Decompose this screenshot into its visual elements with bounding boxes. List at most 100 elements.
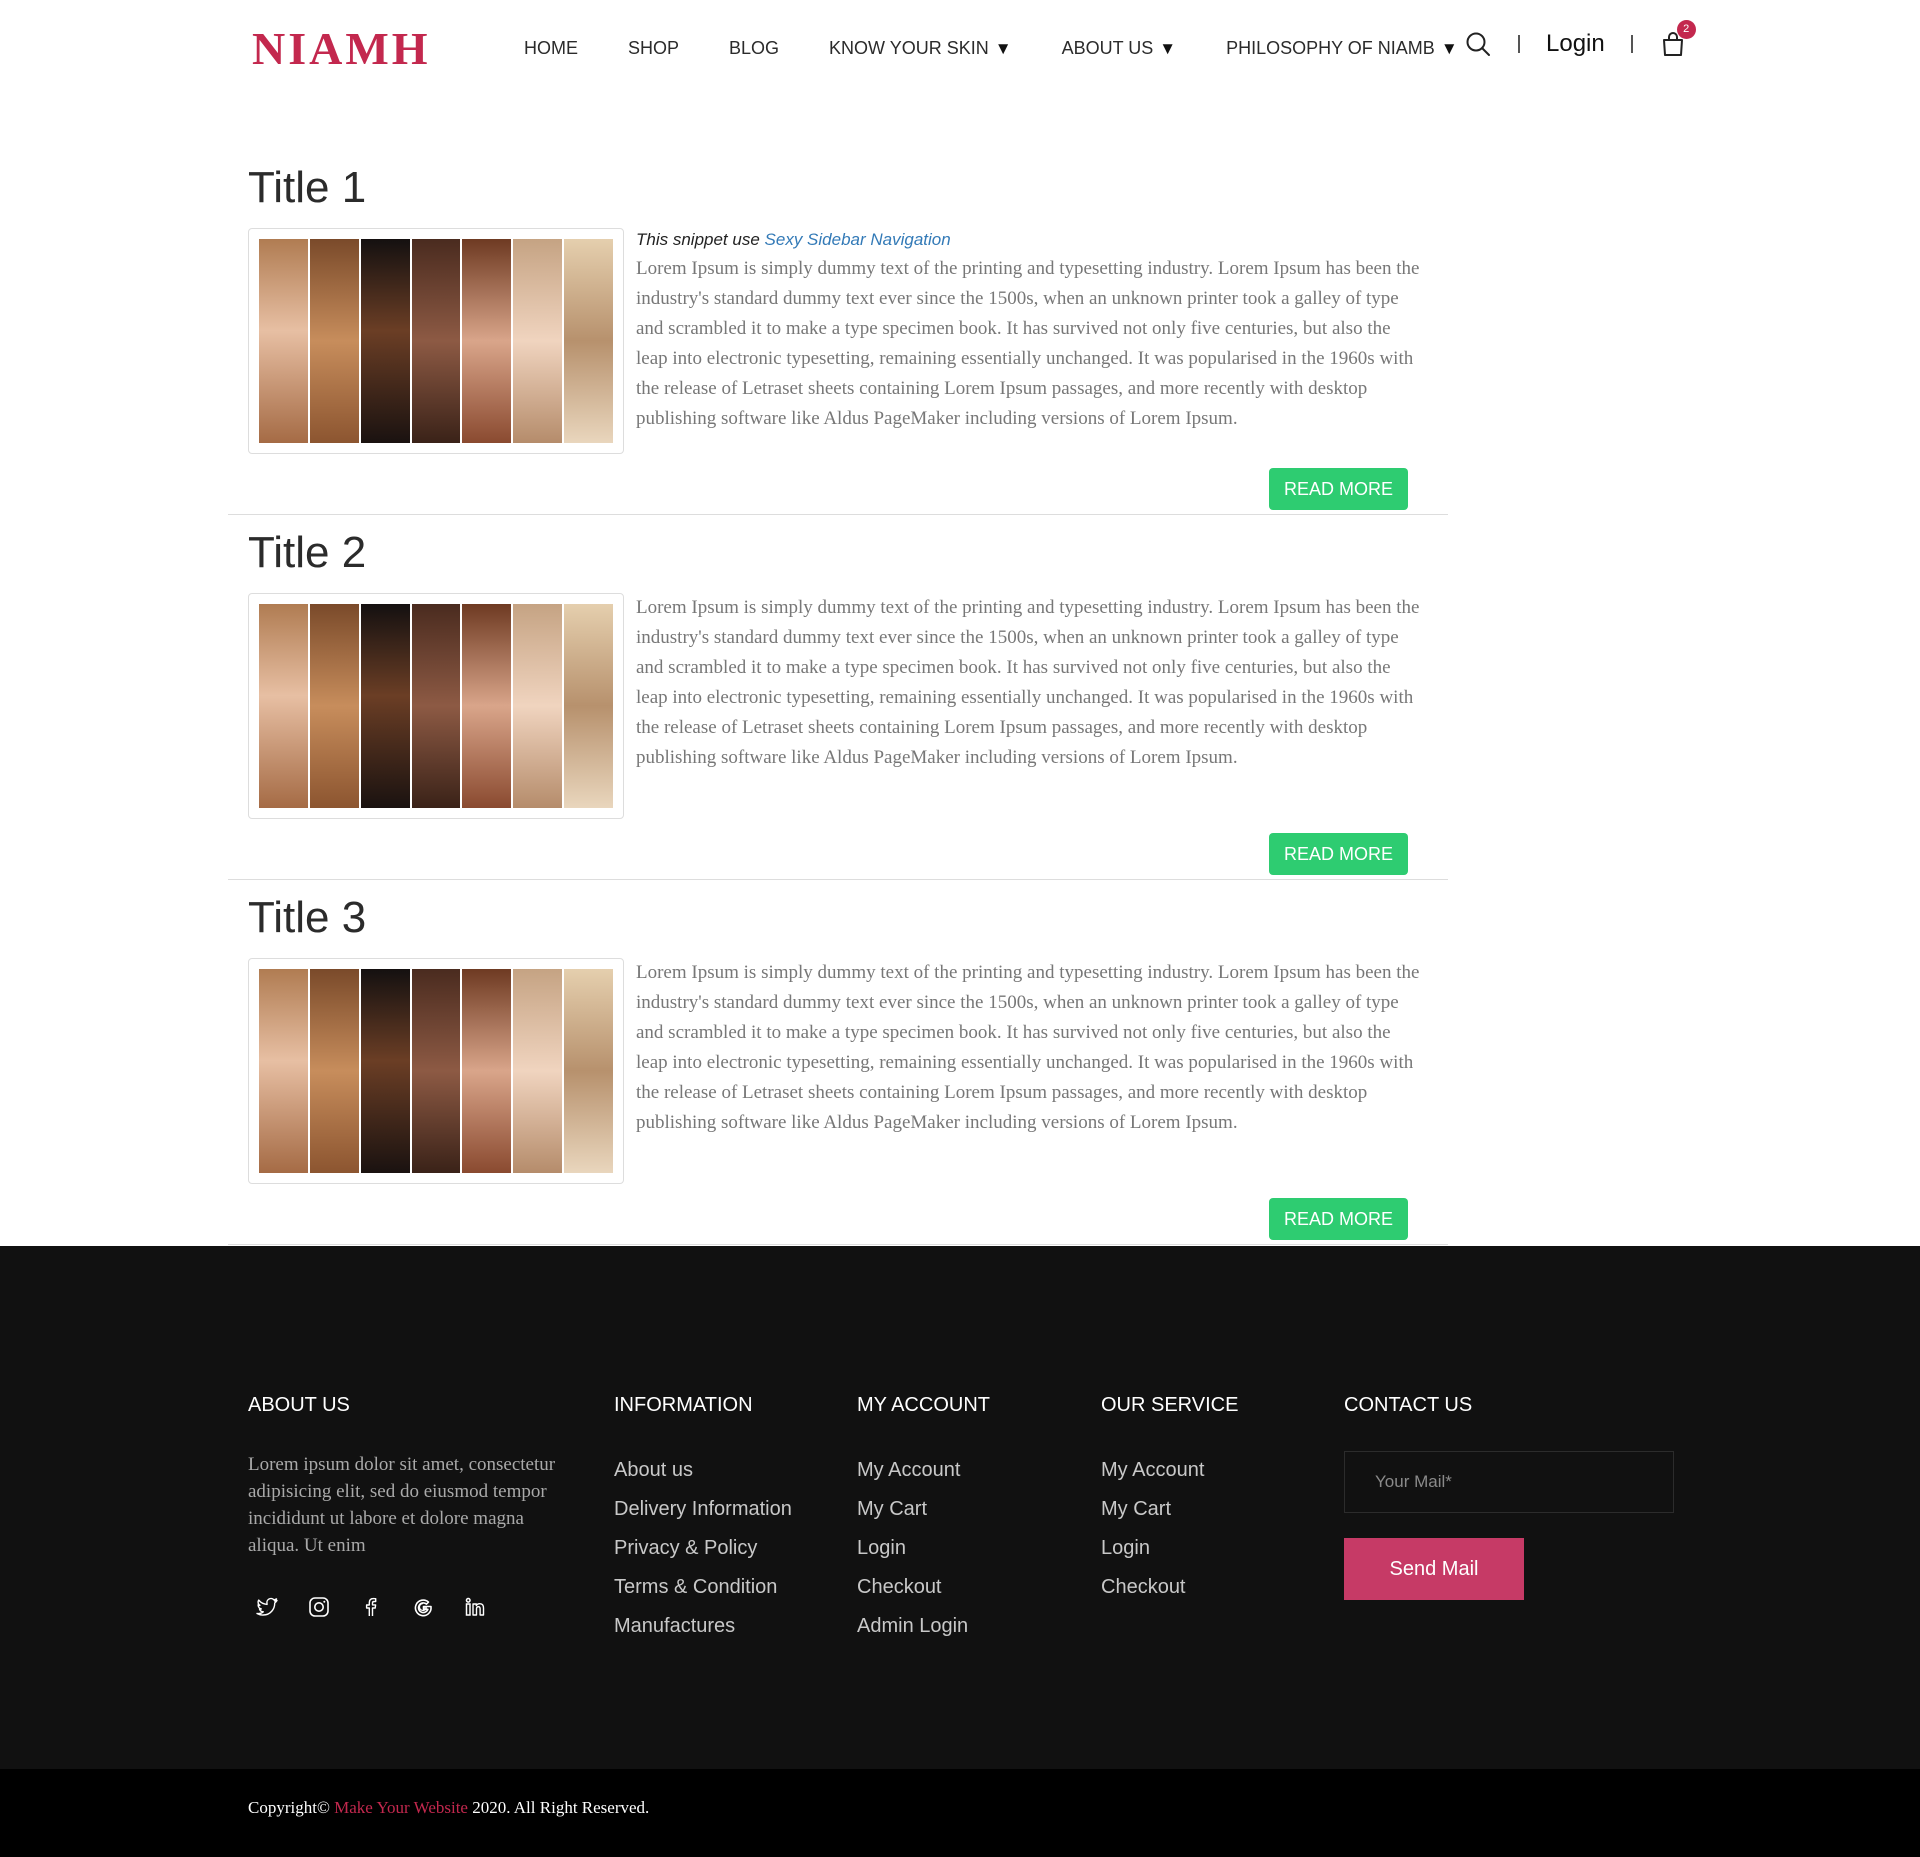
- footer-heading: INFORMATION: [614, 1394, 753, 1416]
- hair-color-strip-image: [259, 969, 614, 1173]
- post-excerpt: Lorem Ipsum is simply dummy text of the …: [636, 597, 1420, 768]
- snippet-credit: This snippet use Sexy Sidebar Navigation: [636, 230, 1426, 250]
- post-excerpt: Lorem Ipsum is simply dummy text of the …: [636, 962, 1420, 1133]
- instagram-icon[interactable]: [307, 1595, 331, 1619]
- caret-down-icon: ▼: [1159, 39, 1177, 58]
- hair-strip: [259, 604, 310, 808]
- site-header: NIAMH HOME SHOP BLOG KNOW YOUR SKIN ▼ ABO…: [0, 0, 1920, 100]
- twitter-icon[interactable]: [255, 1595, 279, 1619]
- footer-link-terms[interactable]: Terms & Condition: [614, 1568, 792, 1607]
- nav-about-us[interactable]: ABOUT US ▼: [1062, 38, 1177, 59]
- nav-label: HOME: [524, 38, 578, 58]
- email-field[interactable]: [1344, 1451, 1674, 1513]
- hair-strip: [513, 604, 565, 808]
- blog-post: Title 1 This snippet use Sexy Sidebar Na…: [228, 160, 1448, 515]
- copyright-bar: Copyright© Make Your Website 2020. All R…: [0, 1769, 1920, 1857]
- footer-link-admin-login[interactable]: Admin Login: [857, 1607, 990, 1646]
- footer-link-delivery[interactable]: Delivery Information: [614, 1490, 792, 1529]
- footer-link-checkout[interactable]: Checkout: [857, 1568, 990, 1607]
- hair-strip: [513, 239, 565, 443]
- copyright-suffix: 2020. All Right Reserved.: [472, 1798, 650, 1817]
- nav-know-your-skin[interactable]: KNOW YOUR SKIN ▼: [829, 38, 1012, 59]
- nav-philosophy[interactable]: PHILOSOPHY OF NIAMB ▼: [1226, 38, 1458, 59]
- footer-heading: OUR SERVICE: [1101, 1394, 1239, 1416]
- facebook-icon[interactable]: [359, 1595, 383, 1619]
- hair-strip: [259, 969, 310, 1173]
- read-more-button[interactable]: READ MORE: [1269, 833, 1408, 875]
- hair-strip: [411, 239, 463, 443]
- footer-heading: CONTACT US: [1344, 1394, 1473, 1416]
- hair-strip: [462, 969, 514, 1173]
- hair-color-strip-image: [259, 604, 614, 808]
- hair-strip: [259, 239, 310, 443]
- caret-down-icon: ▼: [1440, 39, 1458, 58]
- hair-strip: [462, 604, 514, 808]
- hair-strip: [564, 239, 614, 443]
- hair-strip: [309, 239, 361, 443]
- footer-heading: MY ACCOUNT: [857, 1394, 990, 1416]
- hair-color-strip-image: [259, 239, 614, 443]
- blog-post: Title 3 Lorem Ipsum is simply dummy text…: [228, 890, 1448, 1245]
- snippet-link[interactable]: Sexy Sidebar Navigation: [765, 230, 951, 249]
- footer-link-privacy[interactable]: Privacy & Policy: [614, 1529, 792, 1568]
- footer-link-about-us[interactable]: About us: [614, 1451, 792, 1490]
- read-more-button[interactable]: READ MORE: [1269, 468, 1408, 510]
- footer-heading: ABOUT US: [248, 1394, 350, 1416]
- post-title: Title 2: [248, 528, 367, 577]
- footer-link-my-cart[interactable]: My Cart: [857, 1490, 990, 1529]
- footer-link-my-cart[interactable]: My Cart: [1101, 1490, 1238, 1529]
- blog-post-list: Title 1 This snippet use Sexy Sidebar Na…: [228, 150, 1448, 1245]
- nav-label: PHILOSOPHY OF NIAMB: [1226, 38, 1435, 58]
- hair-strip: [360, 969, 412, 1173]
- footer-link-my-account[interactable]: My Account: [1101, 1451, 1238, 1490]
- hair-strip: [309, 969, 361, 1173]
- footer-link-login[interactable]: Login: [857, 1529, 990, 1568]
- login-link[interactable]: Login: [1546, 30, 1605, 58]
- cart-button[interactable]: 2: [1659, 20, 1696, 58]
- nav-label: BLOG: [729, 38, 780, 58]
- nav-label: ABOUT US: [1061, 38, 1154, 58]
- hair-strip: [411, 969, 463, 1173]
- site-footer: ABOUT US Lorem ipsum dolor sit amet, con…: [0, 1246, 1920, 1769]
- copyright-text: Copyright© Make Your Website 2020. All R…: [248, 1798, 649, 1818]
- read-more-button[interactable]: READ MORE: [1269, 1198, 1408, 1240]
- footer-link-manufactures[interactable]: Manufactures: [614, 1607, 792, 1646]
- footer-about: ABOUT US Lorem ipsum dolor sit amet, con…: [248, 1394, 568, 1619]
- post-thumbnail: [248, 958, 624, 1184]
- cart-count-badge: 2: [1676, 20, 1696, 39]
- divider: [1518, 35, 1520, 53]
- send-mail-button[interactable]: Send Mail: [1344, 1538, 1524, 1600]
- main-nav: HOME SHOP BLOG KNOW YOUR SKIN ▼ ABOUT US ▼…: [524, 38, 1508, 59]
- logo-text: NIAMH: [252, 23, 431, 74]
- social-links: [248, 1595, 568, 1619]
- nav-shop[interactable]: SHOP: [628, 38, 679, 59]
- footer-my-account: MY ACCOUNT My Account My Cart Login Chec…: [857, 1394, 990, 1646]
- caret-down-icon: ▼: [994, 39, 1012, 58]
- hair-strip: [360, 239, 412, 443]
- site-logo[interactable]: NIAMH: [252, 22, 431, 75]
- footer-link-checkout[interactable]: Checkout: [1101, 1568, 1238, 1607]
- linkedin-icon[interactable]: [463, 1595, 487, 1619]
- copyright-brand-link[interactable]: Make Your Website: [334, 1798, 468, 1817]
- footer-link-my-account[interactable]: My Account: [857, 1451, 990, 1490]
- snippet-prefix: This snippet use: [636, 230, 760, 249]
- nav-label: KNOW YOUR SKIN: [829, 38, 989, 58]
- footer-link-login[interactable]: Login: [1101, 1529, 1238, 1568]
- nav-label: SHOP: [628, 38, 680, 58]
- post-thumbnail: [248, 228, 624, 454]
- nav-blog[interactable]: BLOG: [729, 38, 779, 59]
- footer-contact: CONTACT US Send Mail: [1344, 1394, 1674, 1600]
- footer-information: INFORMATION About us Delivery Informatio…: [614, 1394, 792, 1646]
- hair-strip: [564, 604, 614, 808]
- hair-strip: [564, 969, 614, 1173]
- blog-post: Title 2 Lorem Ipsum is simply dummy text…: [228, 525, 1448, 880]
- nav-home[interactable]: HOME: [524, 38, 578, 59]
- divider: [1630, 35, 1633, 53]
- search-icon[interactable]: [1464, 30, 1492, 58]
- hair-strip: [411, 604, 463, 808]
- google-icon[interactable]: [411, 1595, 435, 1619]
- footer-our-service: OUR SERVICE My Account My Cart Login Che…: [1101, 1394, 1238, 1607]
- hair-strip: [513, 969, 565, 1173]
- hair-strip: [360, 604, 412, 808]
- copyright-prefix: Copyright©: [248, 1798, 330, 1817]
